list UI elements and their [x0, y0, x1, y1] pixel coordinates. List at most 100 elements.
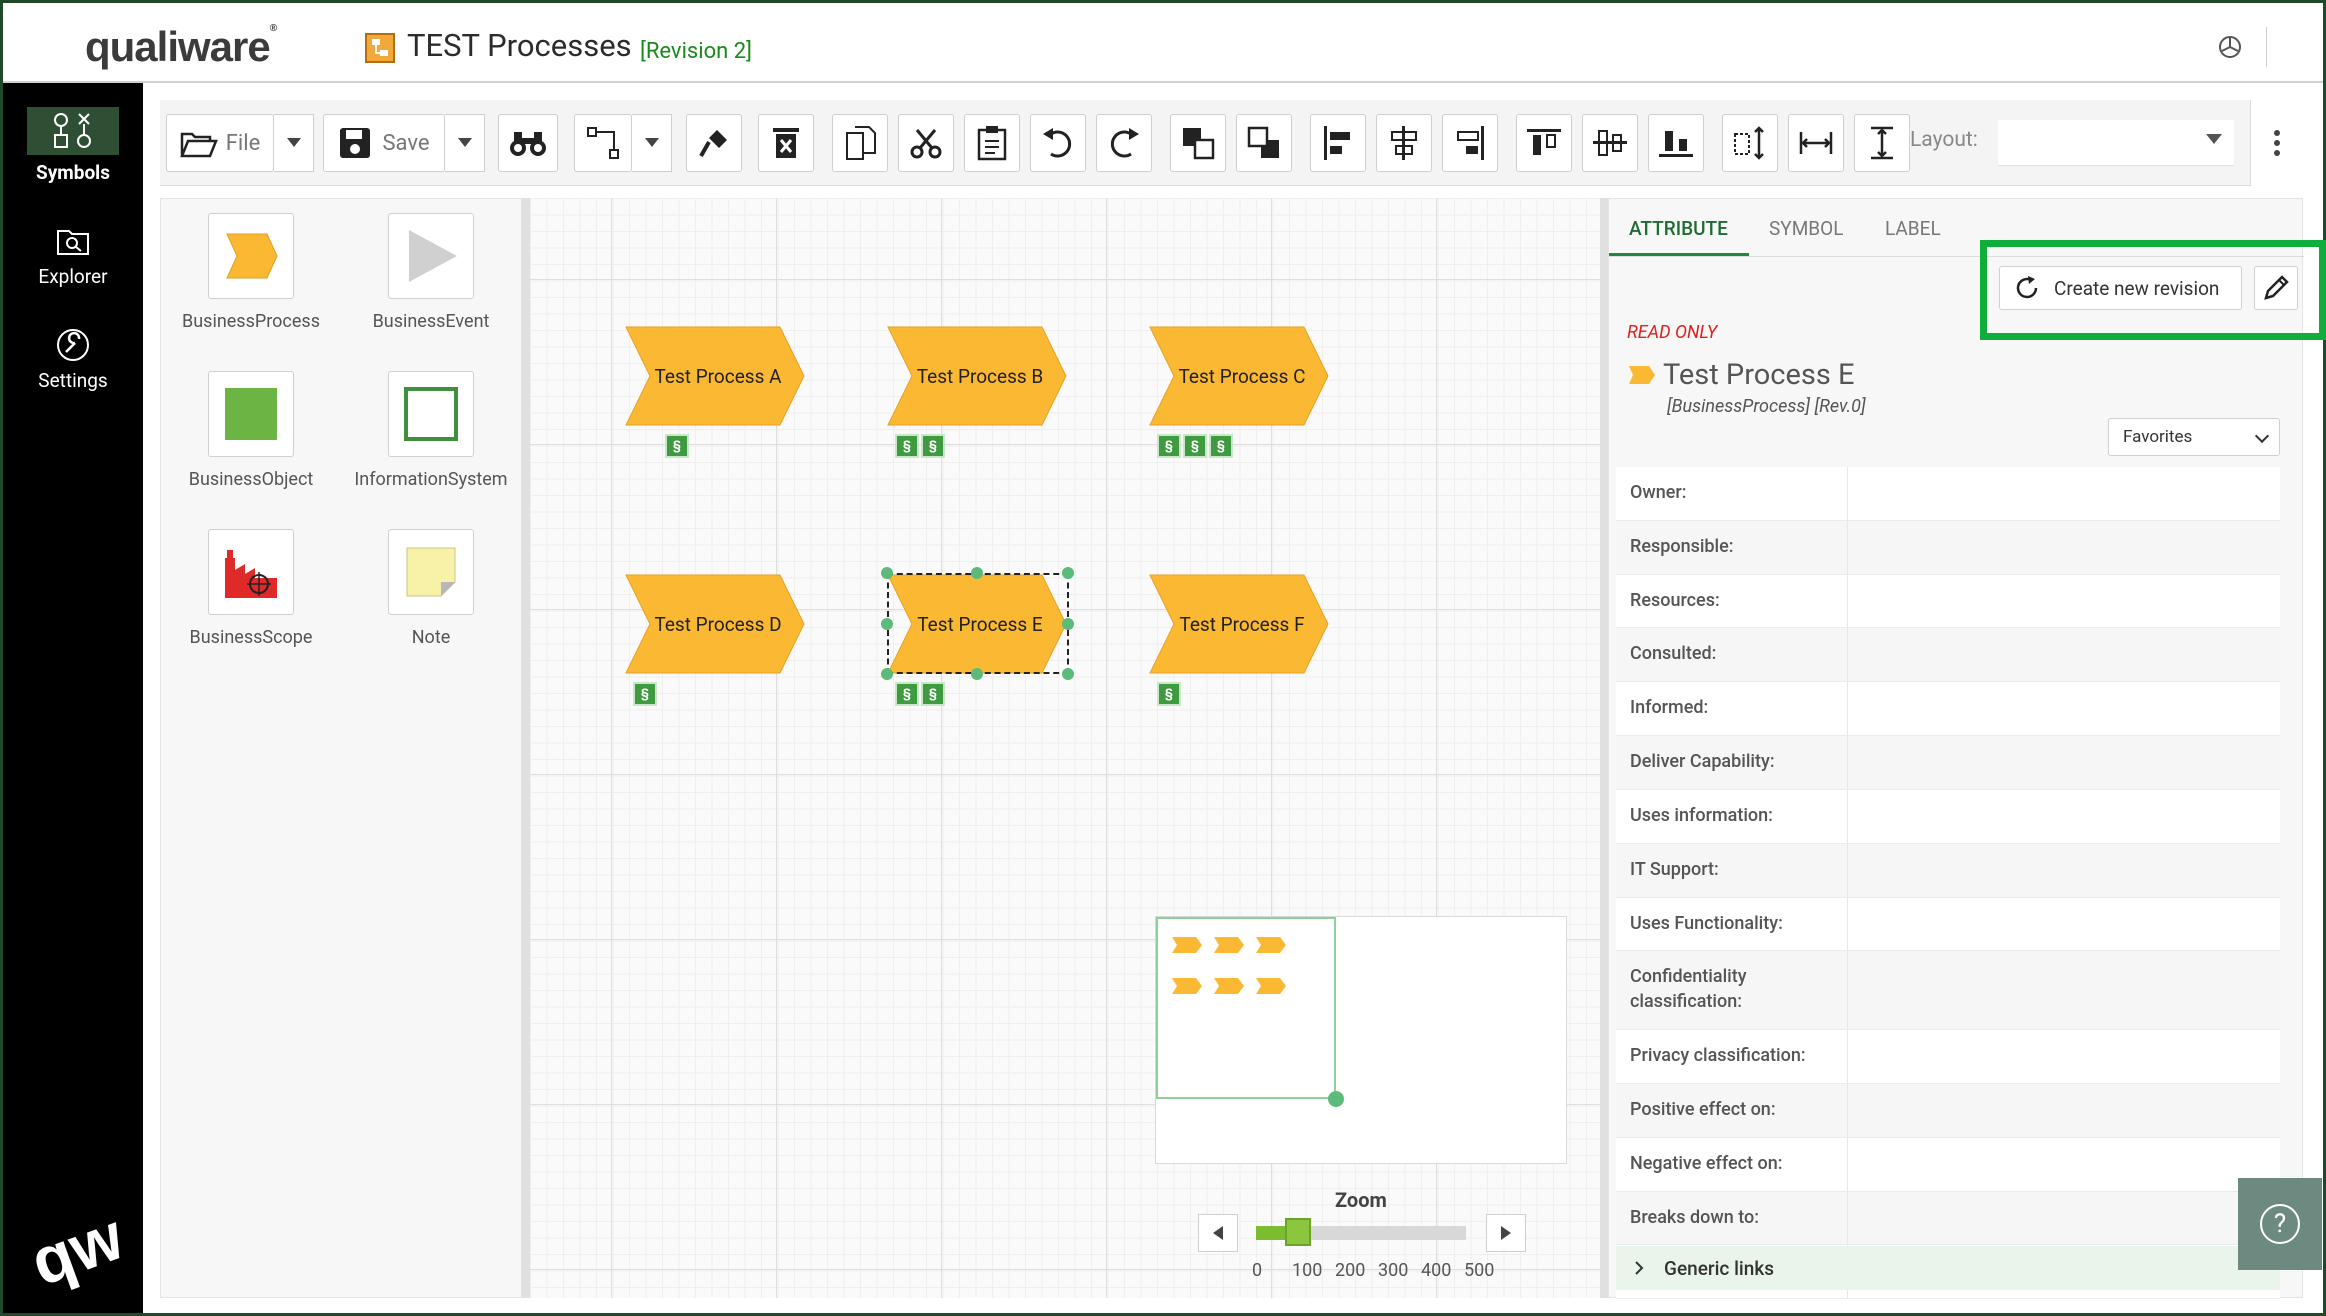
attribute-value[interactable]: [1848, 1030, 2280, 1083]
same-height-button[interactable]: [1722, 114, 1778, 172]
process-shape-b[interactable]: Test Process B § §: [887, 326, 1067, 458]
help-button[interactable]: ?: [2238, 1178, 2322, 1270]
attribute-value[interactable]: [1848, 844, 2280, 897]
attribute-row: Uses Functionality:: [1616, 897, 2280, 952]
tab-label[interactable]: LABEL: [1885, 217, 1941, 240]
section-badge[interactable]: §: [895, 434, 919, 458]
cut-button[interactable]: [898, 114, 954, 172]
resize-handle[interactable]: [881, 618, 893, 630]
create-new-revision-button[interactable]: Create new revision: [1999, 266, 2242, 310]
process-shape-f[interactable]: Test Process F §: [1149, 574, 1329, 706]
section-badge[interactable]: §: [921, 682, 945, 706]
palette-item-business-process[interactable]: BusinessProcess: [161, 213, 341, 332]
resize-handle[interactable]: [1062, 618, 1074, 630]
save-button[interactable]: Save: [323, 114, 445, 172]
attribute-value[interactable]: [1848, 790, 2280, 843]
align-right-button[interactable]: [1442, 114, 1498, 172]
layout-select[interactable]: [1998, 120, 2234, 166]
align-bottom-button[interactable]: [1648, 114, 1704, 172]
process-shape-a[interactable]: Test Process A §: [625, 326, 805, 458]
attribute-value[interactable]: [1848, 467, 2280, 520]
properties-splitter[interactable]: [1600, 198, 1608, 1298]
send-to-back-button[interactable]: [1236, 114, 1292, 172]
section-badge[interactable]: §: [633, 682, 657, 706]
undo-icon: [1043, 128, 1072, 158]
arrow-left-icon: [1213, 1226, 1223, 1240]
palette-item-note[interactable]: Note: [341, 529, 521, 648]
section-badge[interactable]: §: [1209, 434, 1233, 458]
connector-dropdown-button[interactable]: [632, 114, 672, 172]
same-size-button[interactable]: [1854, 114, 1910, 172]
edit-button[interactable]: [2254, 266, 2298, 310]
section-badge[interactable]: §: [1183, 434, 1207, 458]
overview-resize-handle[interactable]: [1328, 1091, 1344, 1107]
palette-item-business-scope[interactable]: BusinessScope: [161, 529, 341, 648]
section-badge[interactable]: §: [665, 434, 689, 458]
redo-button[interactable]: [1096, 114, 1152, 172]
delete-button[interactable]: [758, 114, 814, 172]
attribute-value[interactable]: [1848, 575, 2280, 628]
save-dropdown-button[interactable]: [445, 114, 485, 172]
attribute-value[interactable]: [1848, 951, 2280, 1029]
more-options-button[interactable]: [2250, 100, 2303, 186]
align-left-button[interactable]: [1310, 114, 1366, 172]
openai-icon[interactable]: [2216, 33, 2244, 61]
attribute-row: Negative effect on:: [1616, 1137, 2280, 1192]
attribute-value[interactable]: [1848, 736, 2280, 789]
zoom-in-button[interactable]: [1486, 1214, 1526, 1252]
attribute-value[interactable]: [1848, 682, 2280, 735]
align-middle-button[interactable]: [1582, 114, 1638, 172]
resize-handle[interactable]: [1062, 668, 1074, 680]
format-painter-button[interactable]: [686, 114, 742, 172]
resize-handle[interactable]: [881, 567, 893, 579]
resize-handle[interactable]: [1062, 567, 1074, 579]
selection-box: [887, 573, 1069, 674]
process-shape-d[interactable]: Test Process D §: [625, 574, 805, 706]
overview-viewport[interactable]: [1156, 917, 1336, 1099]
sidebar-item-settings[interactable]: Settings: [3, 327, 143, 392]
palette-item-business-event[interactable]: BusinessEvent: [341, 213, 521, 332]
process-shape-c[interactable]: Test Process C § § §: [1149, 326, 1329, 458]
sidebar-item-explorer[interactable]: Explorer: [3, 223, 143, 288]
section-badge[interactable]: §: [1157, 434, 1181, 458]
file-button[interactable]: File: [166, 114, 274, 172]
attribute-filter-select[interactable]: Favorites: [2108, 418, 2280, 456]
copy-button[interactable]: [832, 114, 888, 172]
section-badge[interactable]: §: [895, 682, 919, 706]
copy-icon: [846, 126, 876, 160]
qualiware-logo[interactable]: qualiware®: [85, 23, 277, 71]
palette-item-business-object[interactable]: BusinessObject: [161, 371, 341, 490]
attribute-value[interactable]: [1848, 1084, 2280, 1137]
same-width-button[interactable]: [1788, 114, 1844, 172]
undo-button[interactable]: [1030, 114, 1086, 172]
find-button[interactable]: [498, 114, 558, 172]
align-middle-icon: [1593, 130, 1627, 156]
zoom-out-button[interactable]: [1198, 1214, 1238, 1252]
attribute-value[interactable]: [1848, 898, 2280, 951]
resize-handle[interactable]: [971, 668, 983, 680]
zoom-slider-thumb[interactable]: [1285, 1218, 1311, 1246]
tab-attribute[interactable]: ATTRIBUTE: [1629, 217, 1728, 240]
diagram-overview[interactable]: [1155, 916, 1567, 1164]
palette-splitter[interactable]: [522, 198, 530, 1298]
attribute-value[interactable]: [1848, 1192, 2280, 1245]
align-top-button[interactable]: [1516, 114, 1572, 172]
generic-links-section[interactable]: Generic links: [1616, 1246, 2280, 1290]
resize-handle[interactable]: [971, 567, 983, 579]
sidebar-item-symbols[interactable]: Symbols: [3, 107, 143, 184]
file-dropdown-button[interactable]: [274, 114, 314, 172]
attribute-value[interactable]: [1848, 521, 2280, 574]
attribute-row: Consulted:: [1616, 628, 2280, 683]
paste-button[interactable]: [964, 114, 1020, 172]
resize-handle[interactable]: [881, 668, 893, 680]
attribute-value[interactable]: [1848, 1138, 2280, 1191]
attribute-value[interactable]: [1848, 628, 2280, 681]
section-badge[interactable]: §: [1157, 682, 1181, 706]
palette-item-information-system[interactable]: InformationSystem: [341, 371, 521, 490]
bring-to-front-button[interactable]: [1170, 114, 1226, 172]
tab-symbol[interactable]: SYMBOL: [1769, 217, 1843, 240]
connector-button[interactable]: [574, 114, 632, 172]
sidebar-item-label: Explorer: [38, 265, 108, 288]
align-center-button[interactable]: [1376, 114, 1432, 172]
section-badge[interactable]: §: [921, 434, 945, 458]
